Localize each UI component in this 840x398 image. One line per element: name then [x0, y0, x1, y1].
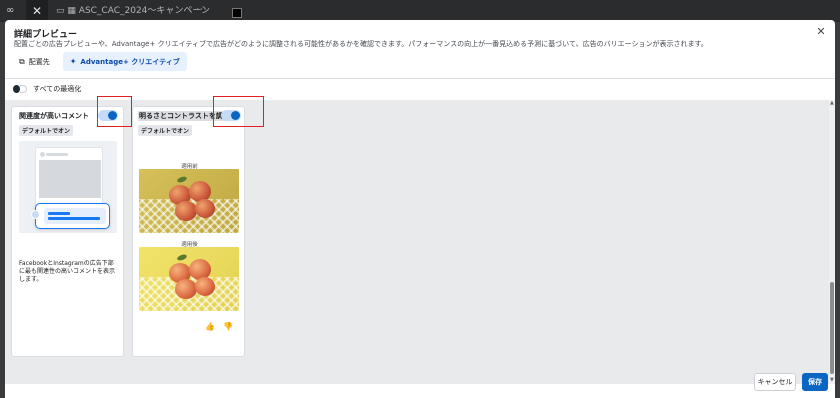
preview-tabs: ⧉ 配置先 ✦ Advantage+ クリエイティブ — [12, 52, 187, 71]
toggle-track — [19, 85, 27, 93]
toggle-knob — [13, 85, 20, 93]
peach — [175, 279, 197, 299]
dialog-footer — [5, 384, 835, 398]
leaf — [176, 253, 188, 262]
panel-icon[interactable] — [232, 8, 242, 18]
cancel-button[interactable]: キャンセル — [754, 373, 796, 391]
before-image — [139, 169, 239, 233]
optimize-all-label: すべての最適化 — [33, 85, 82, 93]
thumbs-down-icon[interactable]: 👎 — [223, 322, 233, 331]
highlight-box — [97, 96, 132, 127]
devices-icon: ⧉ — [19, 56, 25, 66]
comment-content — [44, 208, 106, 224]
highlight-box — [213, 96, 264, 127]
feedback-buttons: 👍 👎 — [205, 322, 233, 331]
placeholder-line — [48, 212, 70, 215]
dialog-subtitle: 配置ごとの広告プレビューや、Advantage+ クリエイティブで広告がどのよう… — [14, 40, 708, 48]
grid-icon: ▦ — [67, 6, 76, 16]
optimize-all-toggle[interactable] — [13, 85, 27, 94]
leaf — [176, 175, 188, 184]
avatar — [31, 210, 40, 219]
close-dialog-button[interactable]: ✕ — [815, 26, 827, 38]
creative-options-area — [5, 100, 829, 384]
close-icon[interactable]: ✕ — [26, 0, 48, 22]
optimize-all-row: すべての最適化 — [13, 83, 81, 95]
more-options-icon[interactable]: ··· — [196, 4, 208, 16]
tab-label: Advantage+ クリエイティブ — [80, 57, 180, 66]
placeholder-line — [46, 153, 68, 156]
peach — [195, 199, 215, 218]
comment-illustration — [19, 141, 117, 233]
placeholder-image — [39, 160, 101, 198]
avatar — [40, 152, 45, 157]
placeholder-line — [48, 217, 100, 220]
detailed-preview-dialog: 詳細プレビュー 配置ごとの広告プレビューや、Advantage+ クリエイティブ… — [5, 20, 835, 398]
brightness-contrast-card: 明るさとコントラストを調整 デフォルトでオン 適用前 適用後 👍 👎 — [132, 106, 245, 357]
folder-icon: ▭ — [56, 6, 65, 16]
meta-logo-icon: ∞ — [6, 5, 15, 16]
save-button[interactable]: 保存 — [802, 373, 828, 391]
campaign-breadcrumb[interactable]: ▭ ▦ ASC_CAC_2024〜キャンペーン — [56, 5, 210, 17]
peach — [175, 201, 197, 221]
thumbs-up-icon[interactable]: 👍 — [205, 322, 215, 331]
card-title: 関連度が高いコメント — [19, 112, 89, 120]
tab-placements[interactable]: ⧉ 配置先 — [12, 52, 57, 71]
default-on-badge: デフォルトでオン — [19, 125, 74, 136]
scroll-down-icon[interactable]: ▼ — [830, 377, 834, 383]
tab-advantage-creative[interactable]: ✦ Advantage+ クリエイティブ — [62, 52, 187, 71]
after-image — [139, 247, 239, 311]
sparkle-icon: ✦ — [69, 57, 77, 66]
divider — [5, 78, 835, 79]
default-on-badge: デフォルトでオン — [138, 125, 193, 136]
scrollbar-thumb[interactable] — [830, 282, 834, 374]
app-top-bar: ∞ ✕ ▭ ▦ ASC_CAC_2024〜キャンペーン ··· — [0, 0, 840, 22]
card-description: FacebookとInstagramの広告下部に最も関連性の高いコメントを表示し… — [19, 260, 116, 283]
comment-bubble — [31, 203, 110, 229]
relevant-comments-card: 関連度が高いコメント デフォルトでオン FacebookとInstagramの広… — [11, 106, 124, 357]
peach — [195, 277, 215, 296]
campaign-name: ASC_CAC_2024〜キャンペーン — [78, 6, 210, 16]
scroll-up-icon[interactable]: ▲ — [830, 100, 834, 106]
tab-label: 配置先 — [28, 57, 50, 66]
